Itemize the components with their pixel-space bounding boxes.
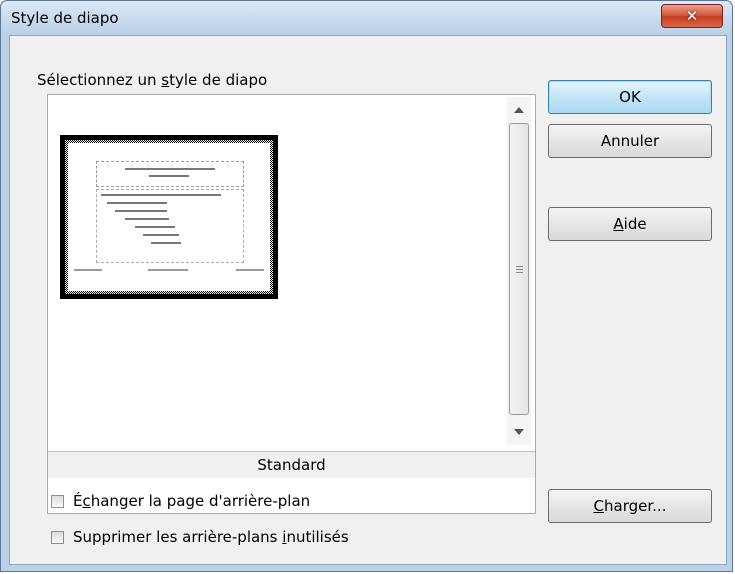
ok-button[interactable]: OK bbox=[548, 80, 712, 114]
listbox-scrollbar[interactable] bbox=[507, 97, 531, 445]
delete-unused-label: Supprimer les arrière-plans inutilisés bbox=[73, 528, 349, 546]
swap-background-checkbox[interactable] bbox=[51, 494, 64, 508]
close-button[interactable]: ✕ bbox=[661, 4, 723, 28]
dialog-window: Style de diapo ✕ Sélectionnez un style d… bbox=[0, 0, 733, 572]
scroll-up-arrow-icon[interactable] bbox=[514, 107, 524, 113]
selected-style-name: Standard bbox=[48, 451, 535, 478]
title-bar[interactable]: Style de diapo ✕ bbox=[1, 1, 732, 35]
swap-background-label: Échanger la page d'arrière-plan bbox=[73, 492, 311, 510]
style-list-label: Sélectionnez un style de diapo bbox=[37, 71, 268, 89]
close-icon: ✕ bbox=[685, 7, 699, 25]
dialog-content: Sélectionnez un style de diapo Standard … bbox=[9, 35, 727, 565]
slide-style-thumbnail[interactable] bbox=[60, 135, 278, 299]
slide-style-listbox[interactable]: Standard bbox=[47, 94, 536, 514]
delete-unused-checkbox[interactable] bbox=[51, 530, 64, 544]
cancel-button[interactable]: Annuler bbox=[548, 124, 712, 158]
swap-background-option[interactable]: Échanger la page d'arrière-plan bbox=[51, 492, 310, 510]
delete-unused-option[interactable]: Supprimer les arrière-plans inutilisés bbox=[51, 528, 349, 546]
scrollbar-thumb[interactable] bbox=[509, 123, 529, 415]
slide-layout-thumbnail-icon bbox=[68, 143, 270, 291]
load-button[interactable]: Charger... bbox=[548, 489, 712, 523]
scroll-down-arrow-icon[interactable] bbox=[514, 429, 524, 435]
window-title: Style de diapo bbox=[11, 9, 119, 27]
help-button[interactable]: Aide bbox=[548, 207, 712, 241]
grip-icon bbox=[516, 266, 523, 275]
